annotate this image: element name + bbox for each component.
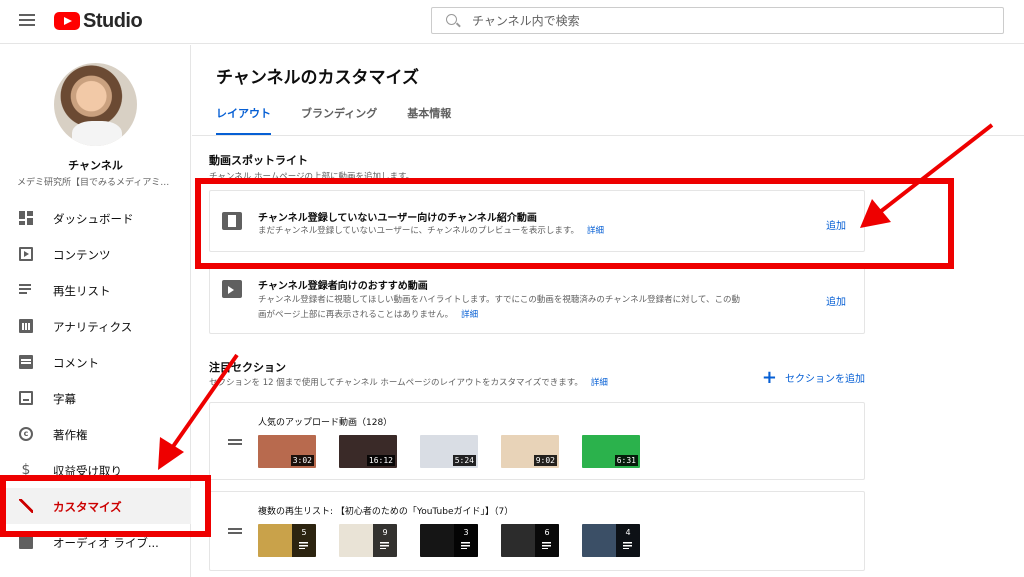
playlist-count: 3 bbox=[454, 524, 478, 557]
tab-divider bbox=[192, 135, 1024, 136]
plus-icon: + bbox=[761, 366, 777, 388]
channel-name: メデミ研究所【目でみるメディアミックス】 bbox=[17, 178, 177, 188]
featured-sections-details-link[interactable]: 詳細 bbox=[591, 378, 608, 388]
channel-title: チャンネル bbox=[68, 159, 123, 172]
featured-video-description-line2: 画がページ上部に再表示されることはありません。 bbox=[258, 310, 454, 320]
sidebar-item-comments[interactable]: コメント bbox=[0, 344, 191, 380]
audio-library-icon bbox=[19, 535, 33, 549]
video-duration: 5:24 bbox=[452, 455, 476, 466]
featured-sections-heading: 注目セクション bbox=[209, 361, 286, 374]
playlist-thumbnail[interactable]: 5 bbox=[258, 524, 316, 557]
tab-branding[interactable]: ブランディング bbox=[301, 105, 377, 136]
annotation-highlight-customization bbox=[0, 475, 211, 537]
menu-icon[interactable] bbox=[19, 14, 35, 26]
subtitles-icon bbox=[19, 391, 33, 405]
shelf-title: 人気のアップロード動画（128） bbox=[258, 418, 393, 428]
add-section-label: セクションを追加 bbox=[785, 374, 865, 385]
sidebar-item-analytics[interactable]: アナリティクス bbox=[0, 308, 191, 344]
analytics-icon bbox=[19, 319, 33, 333]
video-thumbnail[interactable]: 9:02 bbox=[501, 435, 559, 468]
shelf-title: 複数の再生リスト: 【初心者のための「YouTubeガイド」】（7） bbox=[258, 507, 514, 517]
logo-text: Studio bbox=[83, 9, 143, 32]
comment-icon bbox=[19, 355, 33, 369]
drag-handle-icon[interactable] bbox=[228, 528, 242, 534]
featured-sections-description: セクションを 12 個まで使用してチャンネル ホームページのレイアウトをカスタマ… bbox=[209, 376, 608, 388]
video-library-icon bbox=[19, 247, 33, 261]
sidebar-item-dashboard[interactable]: ダッシュボード bbox=[0, 200, 191, 236]
page-title: チャンネルのカスタマイズ bbox=[216, 68, 419, 88]
sidebar-item-content[interactable]: コンテンツ bbox=[0, 236, 191, 272]
playlist-icon bbox=[19, 283, 33, 297]
multiple-playlists-shelf[interactable]: 複数の再生リスト: 【初心者のための「YouTubeガイド」】（7） 5 9 3… bbox=[209, 491, 865, 571]
shelf-thumbnails: 5 9 3 6 4 bbox=[258, 524, 640, 557]
sidebar-item-copyright[interactable]: c 著作権 bbox=[0, 416, 191, 452]
top-bar: Studio bbox=[0, 0, 1024, 44]
drag-handle-icon[interactable] bbox=[228, 439, 242, 445]
add-section-button[interactable]: + セクションを追加 bbox=[761, 366, 865, 388]
sidebar-item-playlists[interactable]: 再生リスト bbox=[0, 272, 191, 308]
popular-uploads-shelf[interactable]: 人気のアップロード動画（128） 3:02 16:12 5:24 9:02 6:… bbox=[209, 402, 865, 480]
video-thumbnail[interactable]: 3:02 bbox=[258, 435, 316, 468]
featured-video-description-line2-wrap: 画がページ上部に再表示されることはありません。 詳細 bbox=[258, 308, 740, 323]
sidebar-item-label: 字幕 bbox=[53, 392, 76, 406]
sidebar-item-label: オーディオ ライブ... bbox=[53, 536, 159, 550]
sidebar-item-label: 再生リスト bbox=[53, 284, 111, 298]
youtube-studio-logo[interactable]: Studio bbox=[54, 9, 143, 32]
tab-layout[interactable]: レイアウト bbox=[216, 105, 271, 136]
featured-video-card-description: チャンネル登録者に視聴してほしい動画をハイライトします。すでにこの動画を視聴済み… bbox=[258, 293, 740, 323]
youtube-play-icon bbox=[54, 12, 80, 30]
annotation-highlight-trailer bbox=[195, 178, 954, 269]
playlist-count: 4 bbox=[616, 524, 640, 557]
search-input[interactable] bbox=[472, 11, 972, 30]
tab-bar: レイアウト ブランディング 基本情報 bbox=[216, 105, 481, 136]
featured-video-details-link[interactable]: 詳細 bbox=[461, 310, 478, 320]
playlist-count: 9 bbox=[373, 524, 397, 557]
tab-basic-info[interactable]: 基本情報 bbox=[407, 105, 451, 136]
sidebar-item-label: アナリティクス bbox=[53, 320, 133, 334]
playlist-count: 5 bbox=[292, 524, 316, 557]
copyright-icon: c bbox=[19, 427, 33, 441]
featured-video-icon bbox=[222, 280, 242, 298]
video-duration: 6:31 bbox=[614, 455, 638, 466]
video-thumbnail[interactable]: 6:31 bbox=[582, 435, 640, 468]
playlist-thumbnail[interactable]: 9 bbox=[339, 524, 397, 557]
featured-sections-description-text: セクションを 12 個まで使用してチャンネル ホームページのレイアウトをカスタマ… bbox=[209, 378, 583, 388]
video-duration: 3:02 bbox=[290, 455, 314, 466]
featured-video-card-title: チャンネル登録者向けのおすすめ動画 bbox=[258, 281, 428, 292]
featured-video-card: チャンネル登録者向けのおすすめ動画 チャンネル登録者に視聴してほしい動画をハイラ… bbox=[209, 265, 865, 334]
video-thumbnail[interactable]: 5:24 bbox=[420, 435, 478, 468]
video-thumbnail[interactable]: 16:12 bbox=[339, 435, 397, 468]
playlist-thumbnail[interactable]: 6 bbox=[501, 524, 559, 557]
featured-video-add-button[interactable]: 追加 bbox=[826, 293, 846, 308]
playlist-thumbnail[interactable]: 3 bbox=[420, 524, 478, 557]
sidebar-item-subtitles[interactable]: 字幕 bbox=[0, 380, 191, 416]
sidebar-item-label: ダッシュボード bbox=[53, 212, 134, 226]
video-duration: 16:12 bbox=[366, 455, 395, 466]
search-icon bbox=[446, 14, 457, 25]
playlist-thumbnail[interactable]: 4 bbox=[582, 524, 640, 557]
sidebar-item-label: コンテンツ bbox=[53, 248, 111, 262]
sidebar-item-label: 著作権 bbox=[53, 428, 88, 442]
shelf-thumbnails: 3:02 16:12 5:24 9:02 6:31 bbox=[258, 435, 640, 468]
playlist-count: 6 bbox=[535, 524, 559, 557]
dashboard-icon bbox=[19, 211, 33, 225]
search-box[interactable] bbox=[431, 7, 1004, 34]
video-duration: 9:02 bbox=[533, 455, 557, 466]
sidebar-item-label: コメント bbox=[53, 356, 99, 370]
featured-video-description-line1: チャンネル登録者に視聴してほしい動画をハイライトします。すでにこの動画を視聴済み… bbox=[258, 295, 740, 305]
channel-avatar[interactable] bbox=[54, 63, 137, 146]
spotlight-heading: 動画スポットライト bbox=[209, 154, 308, 167]
main-content: チャンネルのカスタマイズ レイアウト ブランディング 基本情報 動画スポットライ… bbox=[192, 45, 1024, 577]
